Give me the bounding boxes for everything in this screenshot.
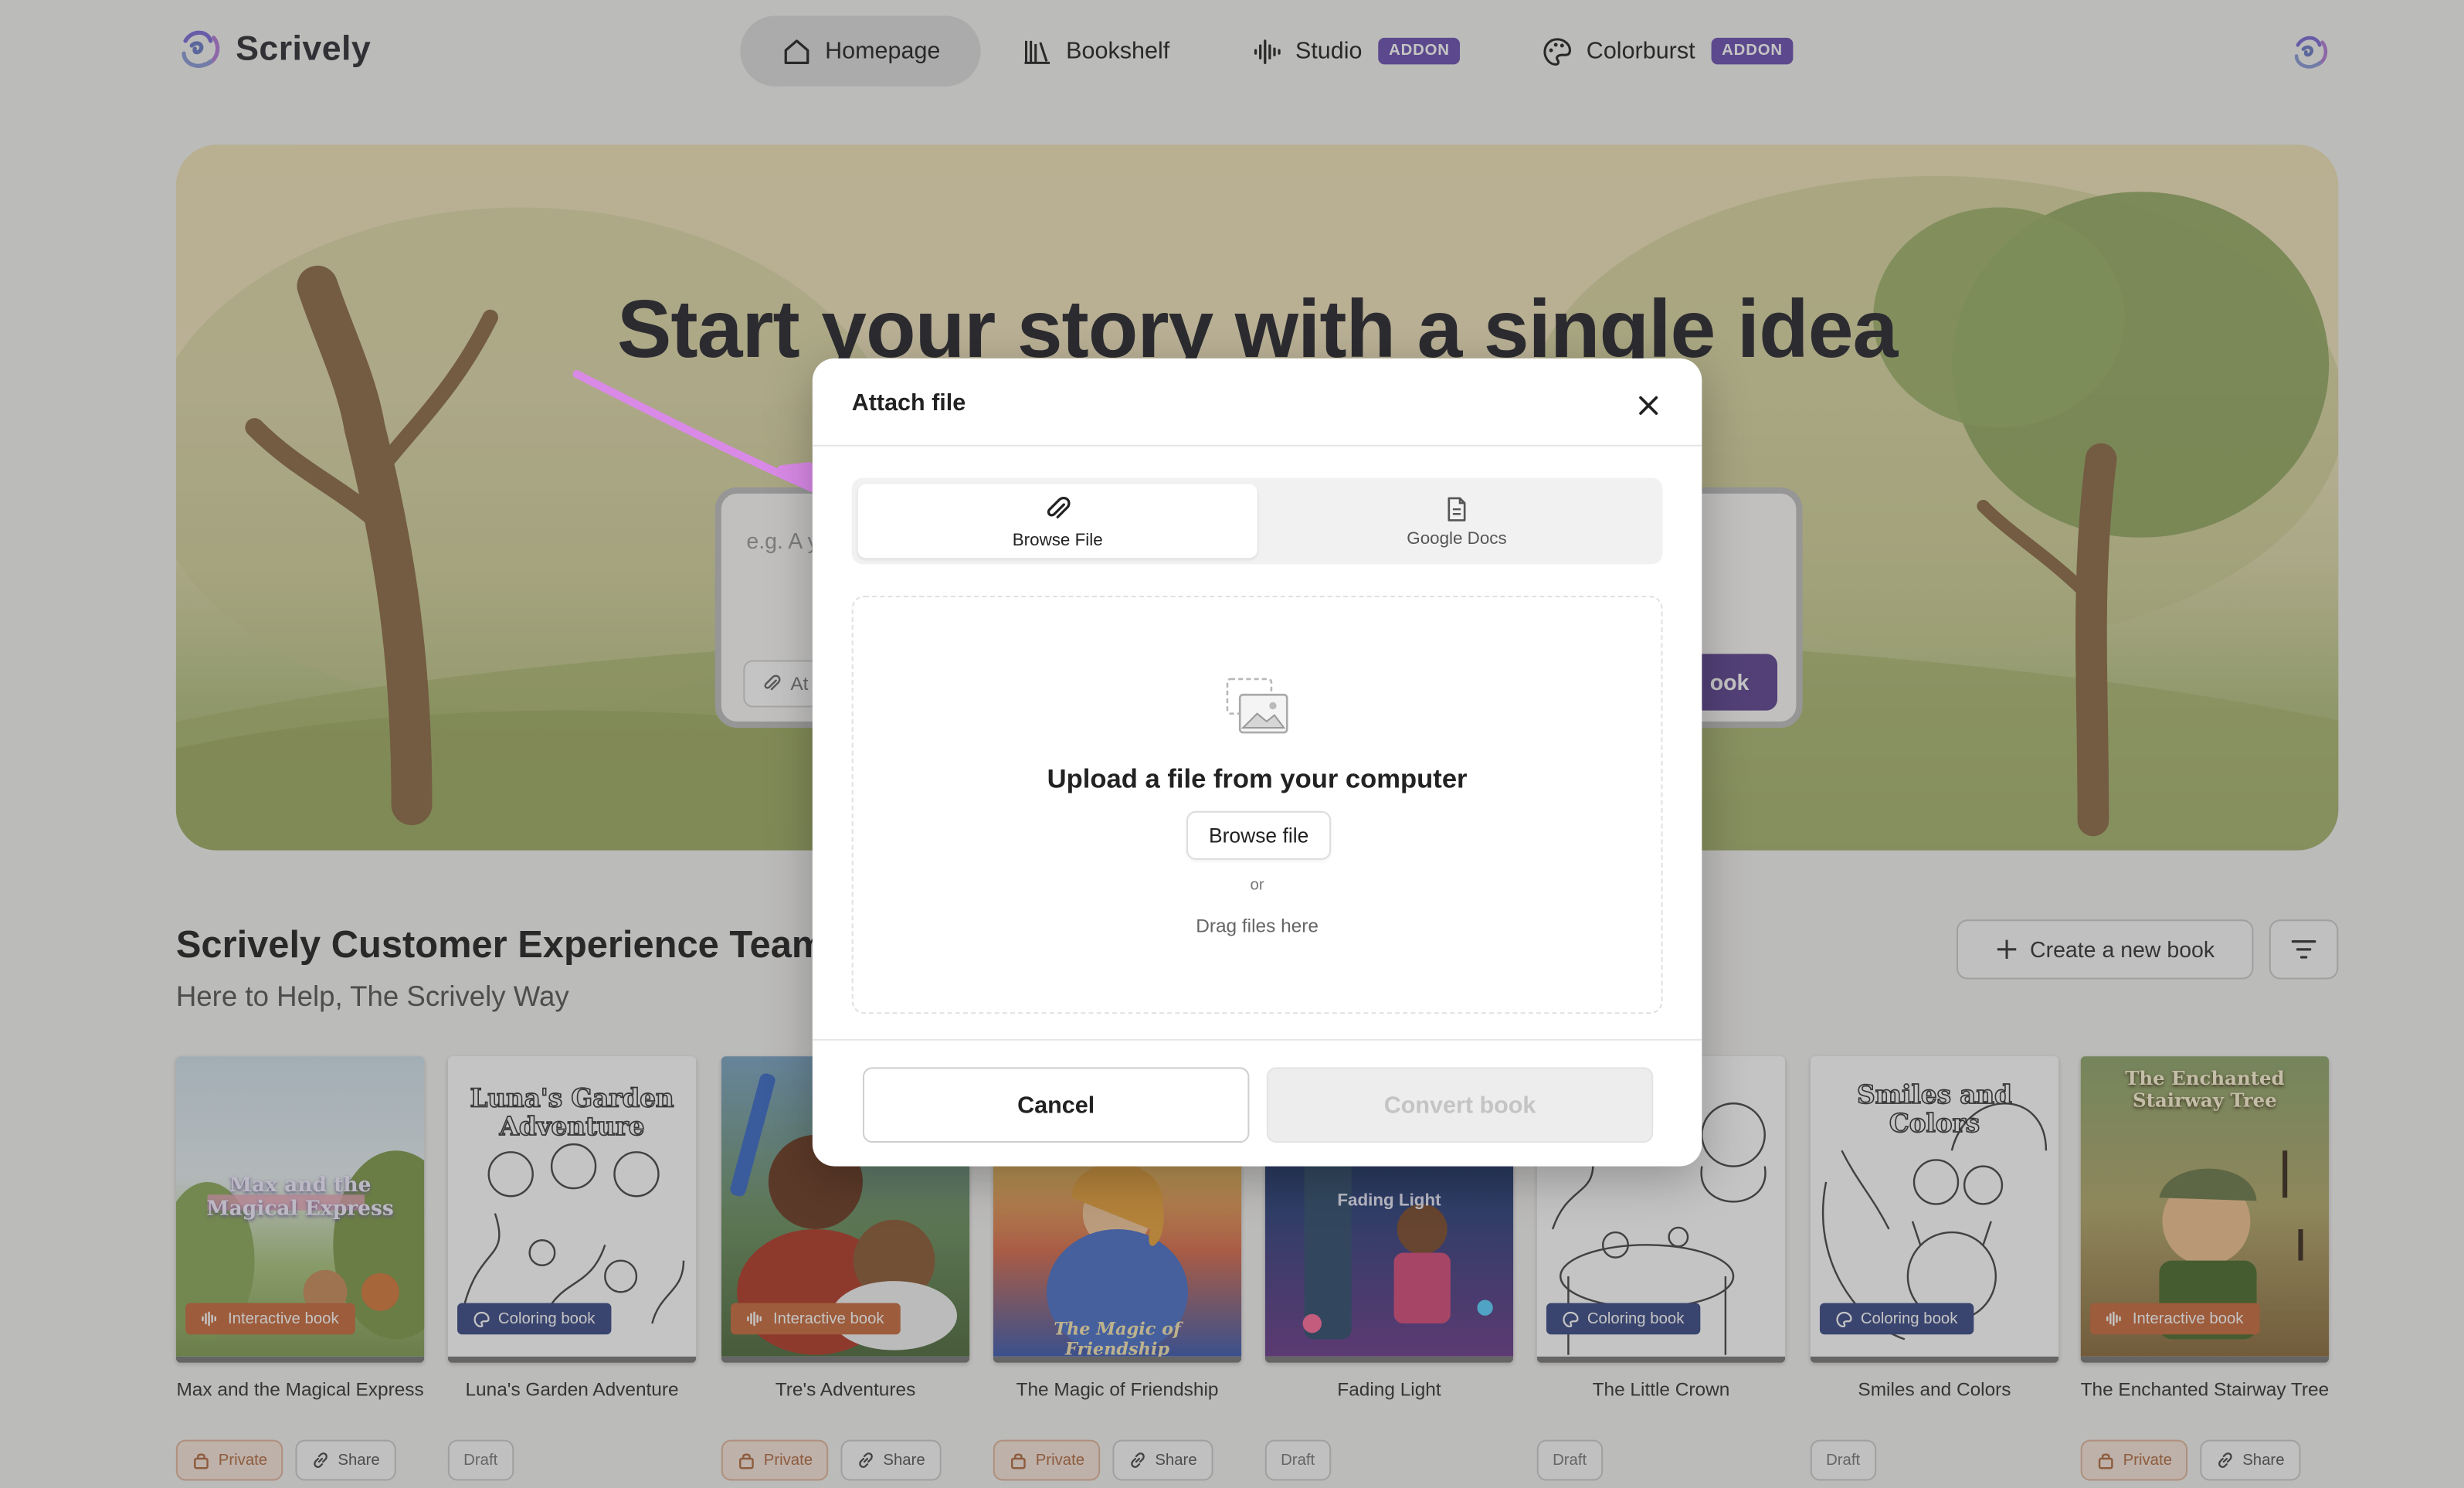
close-icon bbox=[1639, 396, 1658, 415]
paperclip-icon bbox=[1047, 495, 1071, 518]
attach-file-modal: Attach file Browse File Google Docs Uplo… bbox=[812, 358, 1702, 1167]
drop-zone-title: Upload a file from your computer bbox=[1047, 763, 1468, 794]
image-upload-icon bbox=[1226, 678, 1288, 734]
modal-footer: Cancel Convert book bbox=[812, 1038, 1702, 1167]
tab-browse-file[interactable]: Browse File bbox=[857, 484, 1257, 559]
modal-header: Attach file bbox=[812, 358, 1702, 447]
tab-google-docs[interactable]: Google Docs bbox=[1257, 484, 1657, 559]
close-button[interactable] bbox=[1633, 390, 1665, 422]
tab-label: Browse File bbox=[1012, 530, 1103, 550]
file-drop-zone[interactable]: Upload a file from your computer Browse … bbox=[851, 596, 1663, 1014]
source-tabs: Browse File Google Docs bbox=[851, 477, 1663, 565]
browse-file-button[interactable]: Browse file bbox=[1186, 810, 1332, 860]
cancel-button[interactable]: Cancel bbox=[862, 1067, 1250, 1143]
drag-files-hint: Drag files here bbox=[1196, 915, 1319, 937]
convert-book-button[interactable]: Convert book bbox=[1266, 1067, 1654, 1143]
or-separator: or bbox=[1250, 877, 1264, 895]
modal-title: Attach file bbox=[851, 389, 966, 417]
document-icon bbox=[1448, 496, 1466, 521]
tab-label: Google Docs bbox=[1407, 528, 1507, 549]
